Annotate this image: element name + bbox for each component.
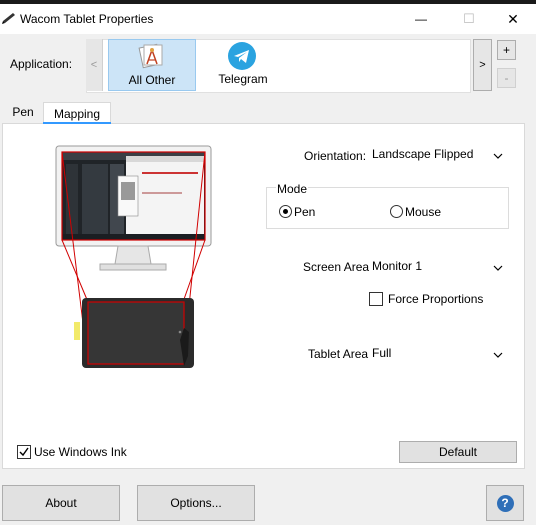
force-proportions-checkbox[interactable] <box>369 292 383 306</box>
telegram-icon <box>227 41 257 71</box>
help-button[interactable]: ? <box>486 485 524 521</box>
orientation-dropdown[interactable]: Landscape Flipped <box>369 143 507 165</box>
mode-pen-radio[interactable] <box>279 205 292 218</box>
orientation-label: Orientation: <box>304 149 367 163</box>
tablet-area-label: Tablet Area: <box>308 347 372 361</box>
scroll-right-button[interactable]: > <box>473 39 492 91</box>
tab-mapping[interactable]: Mapping <box>43 102 111 124</box>
tablet-area-value: Full <box>372 346 392 360</box>
app-tile-telegram[interactable]: Telegram <box>200 39 286 89</box>
default-button[interactable]: Default <box>399 441 517 463</box>
app-tile-label: Telegram <box>218 72 268 86</box>
all-other-icon <box>138 42 166 70</box>
use-windows-ink-checkbox[interactable] <box>17 445 31 459</box>
tab-pen[interactable]: Pen <box>4 102 42 122</box>
force-proportions-label[interactable]: Force Proportions <box>388 292 483 306</box>
app-tile-all-other[interactable]: All Other <box>108 39 196 91</box>
maximize-button[interactable]: ☐ <box>446 4 492 34</box>
screen-area-value: Monitor 1 <box>372 259 423 273</box>
orientation-value: Landscape Flipped <box>372 147 474 161</box>
mode-group-title: Mode <box>276 182 309 196</box>
app-tile-label: All Other <box>128 73 176 87</box>
application-label: Application: <box>10 57 73 71</box>
add-application-button[interactable]: + <box>497 40 516 60</box>
help-icon: ? <box>496 494 514 512</box>
pen-app-icon <box>2 10 16 24</box>
mapping-diagram <box>52 142 222 374</box>
checkmark-icon <box>19 447 29 457</box>
mode-mouse-label[interactable]: Mouse <box>405 205 441 219</box>
about-button[interactable]: About <box>2 485 120 521</box>
tablet-area-dropdown[interactable]: Full <box>369 342 507 364</box>
active-tab-indicator <box>43 122 111 124</box>
remove-application-button[interactable]: - <box>497 68 516 88</box>
close-button[interactable]: ✕ <box>490 4 536 34</box>
options-button[interactable]: Options... <box>137 485 255 521</box>
window-title: Wacom Tablet Properties <box>20 12 154 26</box>
chevron-down-icon <box>493 149 503 159</box>
screen-area-dropdown[interactable]: Monitor 1 <box>369 255 507 277</box>
chevron-down-icon <box>493 348 503 358</box>
use-windows-ink-label[interactable]: Use Windows Ink <box>34 445 127 459</box>
mode-mouse-radio[interactable] <box>390 205 403 218</box>
minimize-button[interactable]: — <box>398 4 444 34</box>
screen-area-label: Screen Area: <box>303 260 373 274</box>
scroll-left-button[interactable]: < <box>86 39 103 91</box>
chevron-down-icon <box>493 261 503 271</box>
mode-pen-label[interactable]: Pen <box>294 205 315 219</box>
